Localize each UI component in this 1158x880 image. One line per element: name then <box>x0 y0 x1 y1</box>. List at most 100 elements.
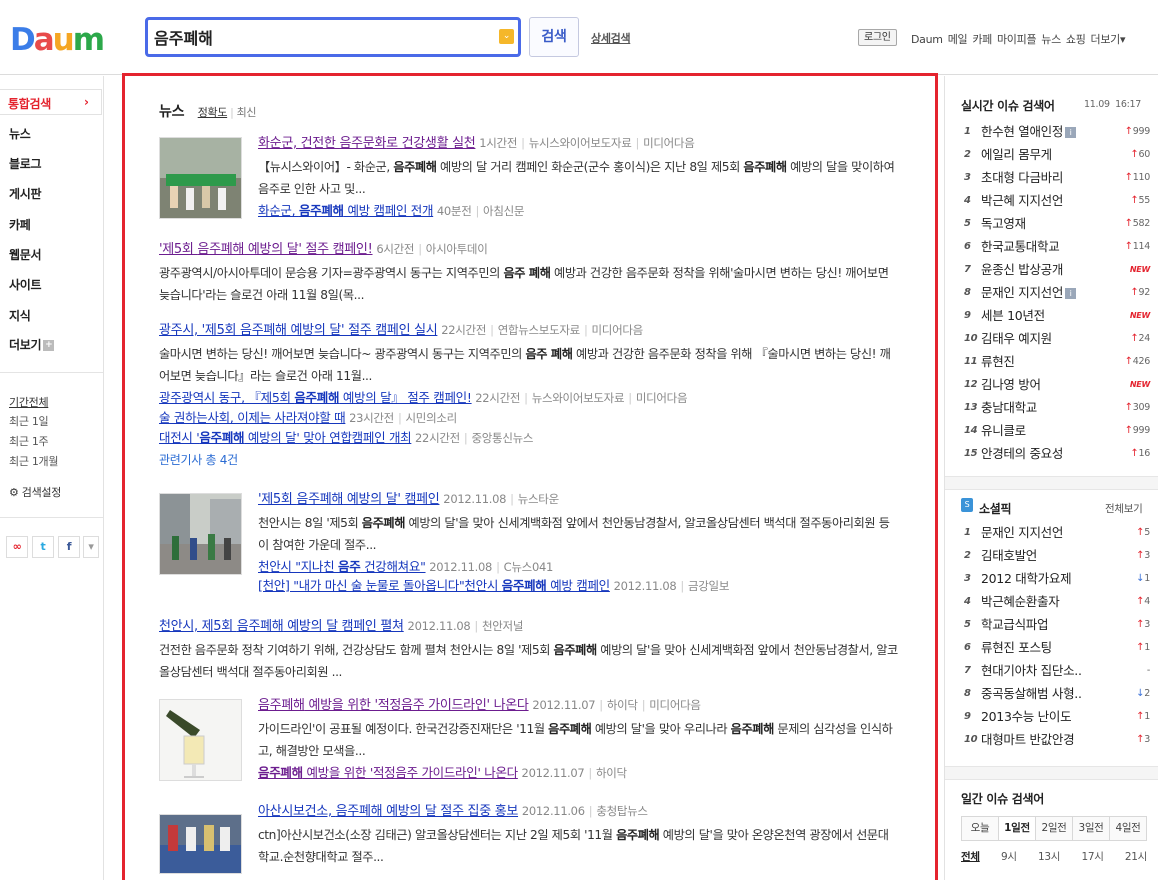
rank-item[interactable]: 11 류현진 ↑426 <box>964 351 1150 374</box>
hour-17[interactable]: 17시 <box>1081 849 1103 864</box>
news-thumbnail[interactable] <box>159 814 242 874</box>
rank-item[interactable]: 4 박근혜순환출자 ↑4 <box>964 591 1150 614</box>
search-dropdown-icon[interactable]: ⌄ <box>499 29 514 44</box>
rank-item[interactable]: 9 2013수능 난이도 ↑1 <box>964 706 1150 729</box>
rank-keyword[interactable]: 충남대학교 <box>981 397 1037 418</box>
tab-1day[interactable]: 1일전 <box>999 817 1036 840</box>
gnb-cafe[interactable]: 카페 <box>972 33 992 46</box>
news-title-link[interactable]: '제5회 음주폐해 예방의 달' 절주 캠페인! <box>159 242 373 257</box>
rank-keyword[interactable]: 윤종신 밥상공개 <box>981 259 1063 280</box>
rank-keyword[interactable]: 대형마트 반값안경 <box>981 729 1075 750</box>
search-input[interactable] <box>154 26 494 48</box>
rank-keyword[interactable]: 독고영재 <box>981 213 1026 234</box>
sidebar-item-more[interactable]: 더보기 + <box>9 336 55 353</box>
rank-item[interactable]: 10 김태우 예지원 ↑24 <box>964 328 1150 351</box>
rank-item[interactable]: 10 대형마트 반값안경 ↑3 <box>964 729 1150 752</box>
news-source[interactable]: 충청탑뉴스 <box>596 804 648 818</box>
rank-keyword[interactable]: 중곡동살해범 사형.. <box>981 683 1082 704</box>
rank-keyword[interactable]: 한국교통대학교 <box>981 236 1060 257</box>
search-settings[interactable]: ⚙ 검색설정 <box>9 484 61 500</box>
news-portal[interactable]: 미디어다음 <box>643 136 695 150</box>
rank-keyword[interactable]: 학교급식파업 <box>981 614 1049 635</box>
period-1week[interactable]: 최근 1주 <box>9 433 49 449</box>
sidebar-item-cafe[interactable]: 카페 <box>9 216 31 233</box>
news-title-link[interactable]: 천안시, 제5회 음주폐해 예방의 달 캠페인 펼쳐 <box>159 619 404 634</box>
rank-item[interactable]: 6 류현진 포스팅 ↑1 <box>964 637 1150 660</box>
news-title-link[interactable]: 음주폐해 예방을 위한 '적정음주 가이드라인' 나온다 <box>258 698 529 713</box>
news-title-link[interactable]: 화순군, 건전한 음주문화로 건강생활 실천 <box>258 136 476 151</box>
news-source[interactable]: 뉴시스와이어보도자료 <box>529 136 632 150</box>
rank-item[interactable]: 15 안경테의 중요성 ↑16 <box>964 443 1150 466</box>
rank-item[interactable]: 1 한수현 열애인정 i ↑999 <box>964 121 1150 144</box>
news-source[interactable]: 연합뉴스보도자료 <box>498 323 581 337</box>
news-source[interactable]: 뉴스타운 <box>518 492 559 506</box>
sidebar-item-news[interactable]: 뉴스 <box>9 125 31 142</box>
news-source[interactable]: 천안저널 <box>482 619 523 633</box>
rank-keyword[interactable]: 김태호발언 <box>981 545 1037 566</box>
rank-keyword[interactable]: 한수현 열애인정 i <box>981 121 1077 142</box>
gnb-mypeople[interactable]: 마이피플 <box>997 33 1037 46</box>
gnb-mail[interactable]: 메일 <box>948 33 968 46</box>
rank-item[interactable]: 8 문재인 지지선언 i ↑92 <box>964 282 1150 305</box>
rank-item[interactable]: 9 세븐 10년전 NEW <box>964 305 1150 328</box>
rank-item[interactable]: 1 문재인 지지선언 ↑5 <box>964 522 1150 545</box>
rank-item[interactable]: 6 한국교통대학교 ↑114 <box>964 236 1150 259</box>
rank-keyword[interactable]: 2012 대학가요제 <box>981 568 1072 589</box>
news-portal[interactable]: 미디어다음 <box>592 323 644 337</box>
sidebar-item-blog[interactable]: 블로그 <box>9 155 42 172</box>
advanced-search-link[interactable]: 상세검색 <box>591 30 631 46</box>
rank-keyword[interactable]: 안경테의 중요성 <box>981 443 1063 464</box>
related-news-link[interactable]: 화순군, 음주폐해 예방 캠페인 전개 <box>258 203 433 218</box>
rank-item[interactable]: 2 김태호발언 ↑3 <box>964 545 1150 568</box>
rank-item[interactable]: 3 초대형 다금바리 ↑110 <box>964 167 1150 190</box>
related-news-link[interactable]: 대전시 '음주폐해 예방의 달' 맞아 연합캠페인 개최 <box>159 430 412 445</box>
rank-keyword[interactable]: 문재인 지지선언 <box>981 522 1063 543</box>
twitter-icon[interactable]: t <box>32 536 54 558</box>
hour-all[interactable]: 전체 <box>961 849 980 864</box>
related-news-link[interactable]: 음주폐해 예방을 위한 '적정음주 가이드라인' 나온다 <box>258 765 518 780</box>
gnb-news[interactable]: 뉴스 <box>1041 33 1061 46</box>
rank-keyword[interactable]: 류현진 <box>981 351 1015 372</box>
rank-item[interactable]: 7 현대기아차 집단소.. - <box>964 660 1150 683</box>
rank-item[interactable]: 5 독고영재 ↑582 <box>964 213 1150 236</box>
rank-item[interactable]: 4 박근혜 지지선언 ↑55 <box>964 190 1150 213</box>
login-button[interactable]: 로그인 <box>858 29 897 46</box>
rank-keyword[interactable]: 유니클로 <box>981 420 1026 441</box>
sidebar-item-knowledge[interactable]: 지식 <box>9 307 31 324</box>
rank-keyword[interactable]: 에일리 몸무게 <box>981 144 1052 165</box>
sort-accuracy[interactable]: 정확도 <box>198 106 228 119</box>
news-title-link[interactable]: '제5회 음주폐해 예방의 달' 캠페인 <box>258 492 440 507</box>
related-news-link[interactable]: 광주광역시 동구, 『제5회 음주폐해 예방의 달』 절주 캠페인! <box>159 390 472 405</box>
rank-item[interactable]: 8 중곡동살해범 사형.. ↓2 <box>964 683 1150 706</box>
period-1day[interactable]: 최근 1일 <box>9 413 49 429</box>
gnb-shopping[interactable]: 쇼핑 <box>1066 33 1086 46</box>
related-news-link[interactable]: 술 권하는사회, 이제는 사라져야할 때 <box>159 410 346 425</box>
rank-keyword[interactable]: 박근혜순환출자 <box>981 591 1060 612</box>
period-1month[interactable]: 최근 1개월 <box>9 453 58 469</box>
rank-item[interactable]: 14 유니클로 ↑999 <box>964 420 1150 443</box>
rank-item[interactable]: 12 김나영 방어 NEW <box>964 374 1150 397</box>
rank-item[interactable]: 2 에일리 몸무게 ↑60 <box>964 144 1150 167</box>
sidebar-item-site[interactable]: 사이트 <box>9 276 42 293</box>
rank-item[interactable]: 3 2012 대학가요제 ↓1 <box>964 568 1150 591</box>
sort-recent[interactable]: 최신 <box>237 106 257 119</box>
rank-keyword[interactable]: 류현진 포스팅 <box>981 637 1052 658</box>
gnb-daum[interactable]: Daum <box>911 33 943 46</box>
related-news-link[interactable]: 천안시 "지나친 음주 건강해쳐요" <box>258 559 426 574</box>
rank-item[interactable]: 5 학교급식파업 ↑3 <box>964 614 1150 637</box>
rank-keyword[interactable]: 문재인 지지선언 i <box>981 282 1077 303</box>
search-button[interactable]: 검색 <box>529 17 579 57</box>
news-portal[interactable]: 미디어다음 <box>649 698 701 712</box>
rank-keyword[interactable]: 현대기아차 집단소.. <box>981 660 1082 681</box>
tab-today[interactable]: 오늘 <box>962 817 999 840</box>
rank-keyword[interactable]: 김태우 예지원 <box>981 328 1052 349</box>
hour-21[interactable]: 21시 <box>1125 849 1147 864</box>
rank-item[interactable]: 13 충남대학교 ↑309 <box>964 397 1150 420</box>
tab-4day[interactable]: 4일전 <box>1110 817 1146 840</box>
facebook-icon[interactable]: f <box>58 536 80 558</box>
tab-2day[interactable]: 2일전 <box>1036 817 1073 840</box>
rank-keyword[interactable]: 박근혜 지지선언 <box>981 190 1063 211</box>
rank-keyword[interactable]: 김나영 방어 <box>981 374 1041 395</box>
period-all[interactable]: 기간전체 <box>9 394 49 410</box>
rank-keyword[interactable]: 세븐 10년전 <box>981 305 1045 326</box>
